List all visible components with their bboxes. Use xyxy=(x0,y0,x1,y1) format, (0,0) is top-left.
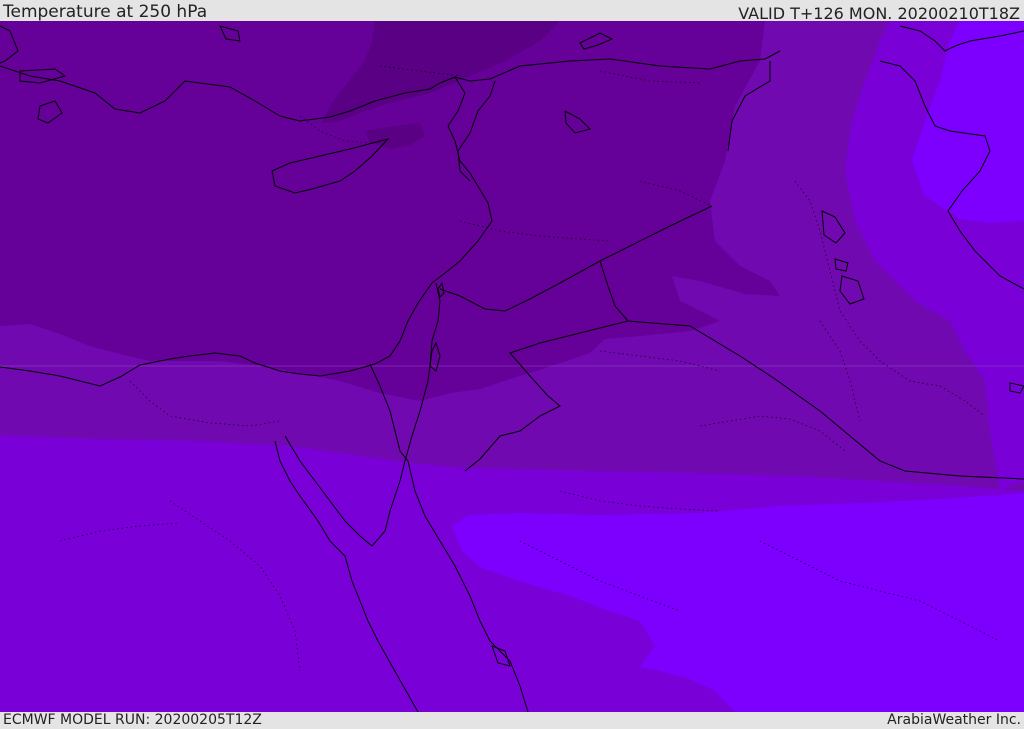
credit-label: ArabiaWeather Inc. xyxy=(887,712,1021,728)
temperature-map xyxy=(0,21,1024,712)
footer-bar: ECMWF MODEL RUN: 20200205T12Z ArabiaWeat… xyxy=(0,712,1024,729)
map-title: Temperature at 250 hPa xyxy=(3,2,208,22)
model-run-label: ECMWF MODEL RUN: 20200205T12Z xyxy=(3,712,262,728)
header-bar: Temperature at 250 hPa VALID T+126 MON. … xyxy=(0,0,1024,23)
